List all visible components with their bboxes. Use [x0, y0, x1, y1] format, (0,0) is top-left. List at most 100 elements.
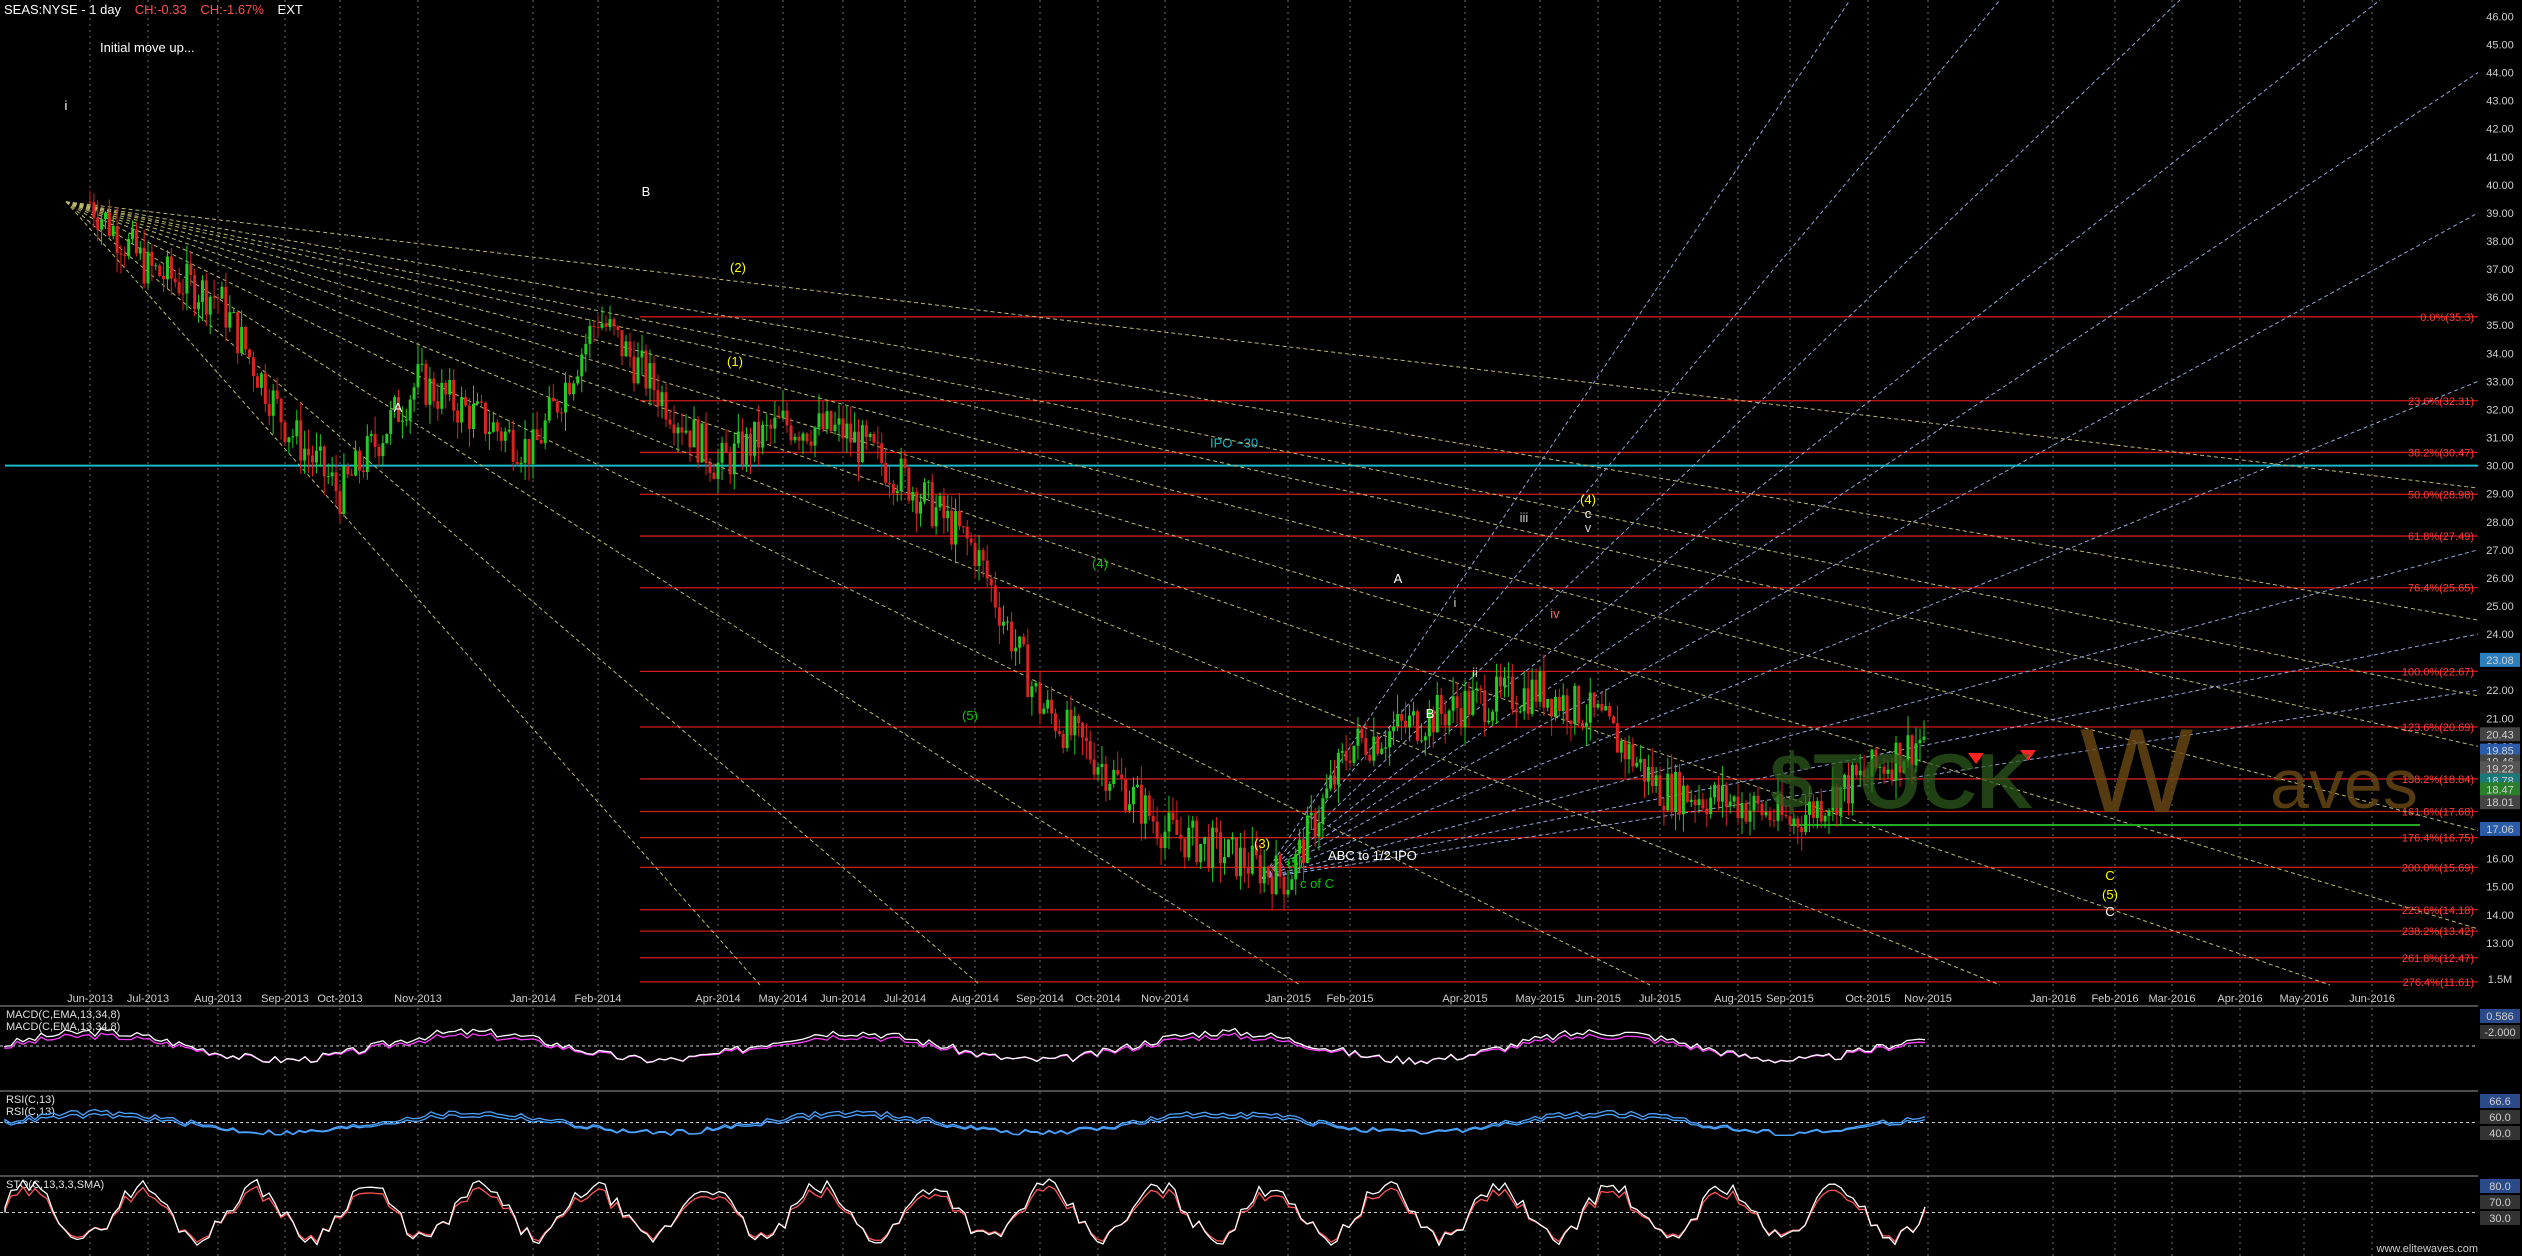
volume-label: 1.5M [2488, 974, 2512, 986]
candle-body [1336, 752, 1340, 785]
candle-body [464, 397, 468, 406]
wave-label: B [642, 184, 651, 199]
candle-body [1147, 795, 1151, 816]
candle-body [263, 373, 267, 404]
candle-body [291, 436, 295, 438]
candle-body [1317, 823, 1321, 837]
candle-body [919, 501, 923, 514]
candle-body [1124, 779, 1128, 811]
candle-body [845, 423, 849, 439]
candle-body [1199, 843, 1203, 863]
candle-body [1034, 683, 1038, 687]
candle-body [1670, 773, 1674, 813]
indicator-value: 30.0 [2489, 1213, 2510, 1225]
candle-body [1619, 740, 1623, 753]
candle-body [236, 312, 240, 354]
candle-body [1022, 636, 1026, 645]
candle-body [1270, 876, 1274, 895]
candle-body [503, 431, 507, 441]
candle-body [358, 450, 361, 471]
candle-body [507, 429, 511, 432]
candle-body [131, 229, 135, 239]
fib-level-label: 123.6%(20.69) [2402, 722, 2474, 734]
candle-body [1681, 785, 1685, 815]
candle-body [400, 420, 404, 422]
candle-body [1459, 708, 1463, 728]
candle-body [511, 429, 515, 462]
candle-body [1471, 690, 1475, 715]
indicator-main-line [4, 1108, 1926, 1137]
candle-body [169, 256, 173, 279]
x-tick-label: Nov-2014 [1141, 993, 1189, 1005]
candle-body [864, 425, 868, 437]
candle-body [596, 326, 600, 328]
candle-body [1230, 837, 1234, 840]
candle-body [1748, 810, 1752, 822]
candle-body [255, 376, 259, 388]
wave-label: iii [1520, 510, 1529, 525]
price-tag-label: 17.06 [2486, 824, 2514, 836]
candle-body [1372, 736, 1376, 761]
candle-body [1038, 683, 1042, 714]
wave-label: C [2105, 868, 2114, 883]
fib-level-label: 38.2%(30.47) [2408, 447, 2474, 459]
candle-body [468, 405, 472, 429]
candle-body [648, 363, 652, 389]
site-label: www.elitewaves.com [2376, 1243, 2478, 1255]
indicator-value: 60.0 [2489, 1112, 2510, 1124]
candle-body [922, 482, 926, 502]
candle-body [1728, 801, 1732, 807]
candle-body [224, 286, 228, 328]
y-tick-label: 22.00 [2486, 685, 2514, 697]
candle-body [334, 472, 338, 492]
watermark-text: $TOCK [1770, 737, 2033, 825]
candle-body [1720, 785, 1724, 802]
candle-body [1415, 711, 1419, 741]
candle-body [1600, 704, 1604, 711]
candle-body [1061, 733, 1065, 748]
x-tick-label: Jul-2013 [127, 993, 169, 1005]
x-tick-label: Jun-2013 [67, 993, 113, 1005]
candle-body [283, 422, 287, 443]
y-tick-label: 29.00 [2486, 489, 2514, 501]
candle-body [1226, 839, 1230, 857]
candle-body [849, 423, 853, 443]
candle-body [365, 436, 369, 473]
candle-body [708, 463, 712, 473]
candle-body [475, 401, 479, 404]
candle-body [146, 251, 150, 284]
y-tick-label: 16.00 [2486, 854, 2514, 866]
candle-body [547, 397, 551, 421]
indicator-label: MACD(C,EMA,13,34,8) [6, 1009, 120, 1021]
candle-body [1325, 788, 1329, 799]
candle-body [107, 212, 111, 237]
indicator-value: -2.000 [2484, 1027, 2515, 1039]
candle-body [684, 430, 688, 433]
candle-body [1419, 740, 1423, 742]
candle-body [197, 302, 201, 310]
candle-body [1577, 686, 1581, 724]
y-tick-label: 40.00 [2486, 180, 2514, 192]
candle-body [736, 431, 740, 444]
candle-body [1376, 736, 1380, 754]
candle-body [676, 427, 680, 434]
candle-body [1674, 771, 1678, 813]
candle-body [989, 578, 993, 586]
candle-body [138, 247, 142, 254]
candle-body [1612, 716, 1615, 724]
wave-label: B [1426, 706, 1435, 721]
candle-body [1697, 799, 1701, 806]
candle-body [872, 433, 876, 443]
candle-body [981, 550, 985, 561]
candle-body [732, 443, 736, 475]
candle-body [628, 341, 632, 357]
fan-line-yellow [65, 201, 2479, 489]
candle-body [1639, 758, 1643, 763]
price-tag-label: 23.08 [2486, 655, 2514, 667]
candle-body [1392, 726, 1396, 732]
price-tag-label: 19.22 [2486, 763, 2514, 775]
candle-body [346, 466, 350, 475]
candle-body [1514, 709, 1518, 713]
x-tick-label: Aug-2014 [951, 993, 999, 1005]
candle-body [1435, 695, 1439, 733]
